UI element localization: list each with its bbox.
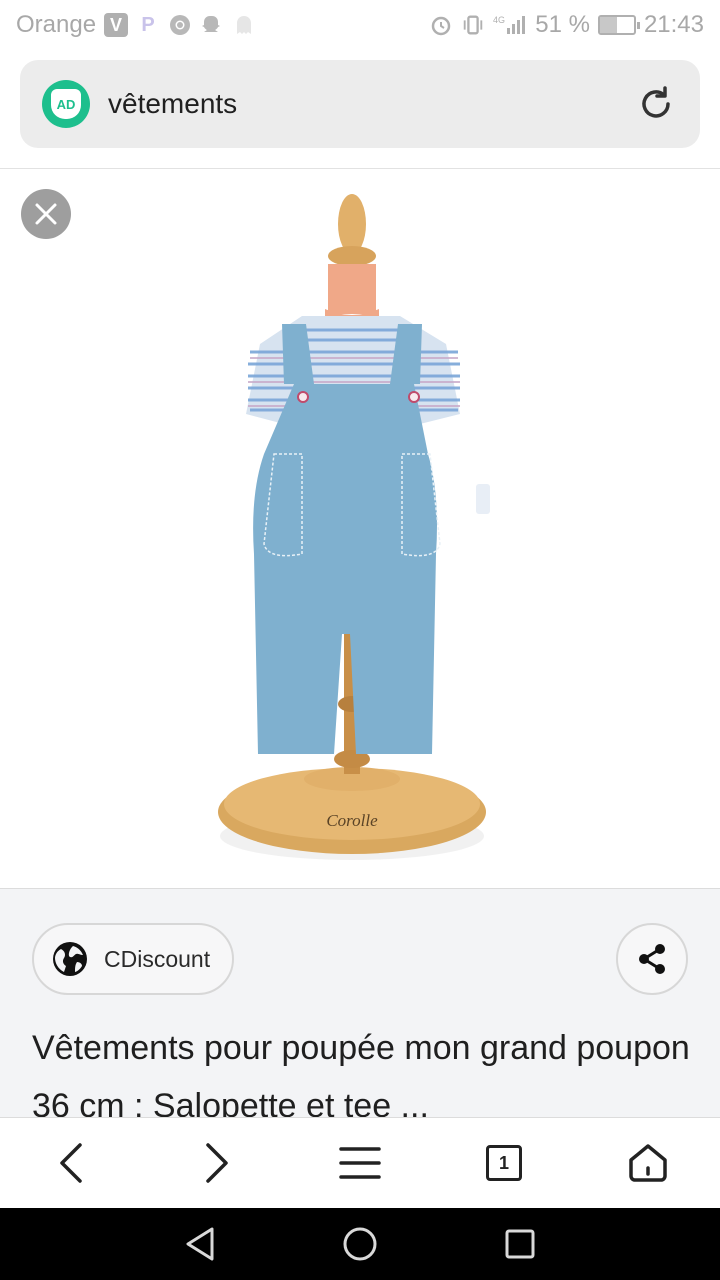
reload-icon[interactable] bbox=[634, 82, 678, 126]
triangle-back-icon bbox=[186, 1227, 214, 1261]
source-label: CDiscount bbox=[104, 945, 211, 972]
alarm-icon bbox=[429, 13, 453, 37]
address-bar[interactable]: AD vêtements bbox=[20, 60, 700, 148]
vibrate-icon bbox=[461, 13, 485, 37]
system-home-button[interactable] bbox=[324, 1208, 396, 1280]
chrome-notification-icon bbox=[168, 13, 192, 37]
result-title[interactable]: Vêtements pour poupée mon grand poupon 3… bbox=[32, 1019, 692, 1118]
browser-toolbar: 1 bbox=[0, 1117, 720, 1208]
close-button[interactable] bbox=[21, 189, 71, 239]
svg-text:4G: 4G bbox=[493, 15, 505, 25]
system-nav-bar bbox=[0, 1208, 720, 1280]
battery-icon bbox=[597, 15, 640, 35]
system-recents-button[interactable] bbox=[484, 1208, 556, 1280]
back-arrow-icon bbox=[60, 1143, 82, 1183]
image-viewer[interactable]: Corolle bbox=[0, 169, 720, 889]
signal-icon: 4G bbox=[493, 13, 527, 37]
circle-home-icon bbox=[343, 1227, 377, 1261]
carrier-label: Orange bbox=[16, 11, 97, 38]
home-icon bbox=[629, 1144, 667, 1182]
source-chip[interactable]: CDiscount bbox=[32, 923, 234, 995]
share-icon bbox=[639, 944, 665, 974]
app-notification-icon: P bbox=[141, 13, 155, 36]
system-back-button[interactable] bbox=[164, 1208, 236, 1280]
menu-icon bbox=[339, 1147, 381, 1179]
snapchat-notification-icon bbox=[200, 13, 224, 37]
status-left: Orange V P bbox=[16, 11, 256, 39]
ghost-notification-icon bbox=[232, 13, 256, 37]
home-button[interactable] bbox=[612, 1127, 684, 1199]
result-info-panel: CDiscount Vêtements pour poupée mon gran… bbox=[0, 888, 720, 1118]
status-right: 4G 51 % 21:43 bbox=[429, 11, 704, 39]
battery-fill bbox=[599, 17, 618, 33]
close-icon bbox=[35, 203, 57, 225]
back-button[interactable] bbox=[36, 1127, 108, 1199]
clock: 21:43 bbox=[643, 11, 704, 38]
search-query[interactable]: vêtements bbox=[108, 88, 634, 120]
share-button[interactable] bbox=[616, 923, 688, 995]
tabs-icon: 1 bbox=[486, 1145, 522, 1181]
globe-icon bbox=[50, 939, 90, 979]
battery-percent: 51 % bbox=[535, 11, 590, 38]
brand-logo: Corolle bbox=[326, 811, 378, 830]
vpn-notification-icon: V bbox=[104, 13, 129, 37]
adblock-badge[interactable]: AD bbox=[42, 80, 90, 128]
product-image: Corolle bbox=[218, 194, 490, 860]
adblock-shield-icon: AD bbox=[51, 89, 81, 119]
square-recents-icon bbox=[505, 1229, 535, 1259]
status-bar: Orange V P 4G 51 % 21:43 bbox=[0, 0, 720, 50]
tabs-button[interactable]: 1 bbox=[468, 1127, 540, 1199]
forward-button[interactable] bbox=[180, 1127, 252, 1199]
menu-button[interactable] bbox=[324, 1127, 396, 1199]
browser-screen: Orange V P 4G 51 % 21:43 AD vêtements Co… bbox=[0, 0, 720, 1280]
forward-arrow-icon bbox=[206, 1143, 228, 1183]
